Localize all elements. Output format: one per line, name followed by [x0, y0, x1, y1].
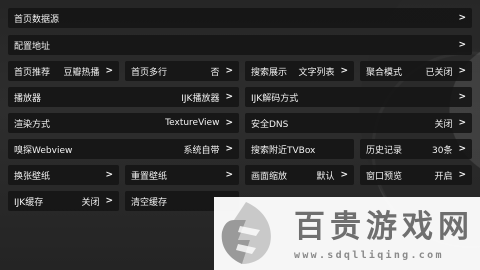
watermark-url: www.sdqlliqing.com [294, 250, 444, 261]
chevron-right-icon: > [105, 170, 113, 180]
chevron-right-icon: > [105, 196, 113, 206]
aggregate-mode-label: 聚合模式 [366, 67, 403, 78]
sniff-webview-label: 嗅探Webview [14, 145, 73, 156]
home-recommend-item[interactable]: 首页推荐 豆瓣热播 > [8, 61, 119, 81]
ijk-cache-label: IJK缓存 [14, 197, 44, 208]
secure-dns-item[interactable]: 安全DNS 关闭 > [245, 113, 472, 133]
chevron-right-icon: > [225, 66, 233, 76]
player-label: 播放器 [14, 93, 42, 104]
clear-cache-label: 清空缓存 [131, 197, 168, 208]
watermark-banner: 百贵游戏网 www.sdqlliqing.com [214, 197, 480, 270]
history-label: 历史记录 [366, 145, 403, 156]
ijk-cache-value: 关闭 [81, 197, 100, 208]
ijk-cache-item[interactable]: IJK缓存 关闭 > [8, 191, 119, 211]
ijk-decode-label: IJK解码方式 [251, 93, 299, 104]
watermark-title: 百贵游戏网 [294, 209, 474, 245]
render-mode-value: TextureView [165, 118, 220, 128]
chevron-right-icon: > [458, 92, 466, 102]
config-address-row[interactable]: 配置地址 > [8, 35, 472, 55]
reset-wallpaper-label: 重置壁纸 [131, 171, 168, 182]
config-address-label: 配置地址 [14, 41, 51, 52]
chevron-right-icon: > [458, 118, 466, 128]
home-recommend-value: 豆瓣热播 [63, 67, 100, 78]
homepage-source-label: 首页数据源 [14, 14, 60, 25]
chevron-right-icon: > [225, 92, 233, 102]
sniff-webview-item[interactable]: 嗅探Webview 系统自带 > [8, 139, 239, 159]
chevron-right-icon: > [458, 66, 466, 76]
aggregate-mode-value: 已关闭 [425, 67, 453, 78]
reset-wallpaper-item[interactable]: 重置壁纸 > [125, 165, 239, 185]
chevron-right-icon: > [458, 13, 466, 23]
chevron-right-icon: > [225, 118, 233, 128]
chevron-right-icon: > [340, 66, 348, 76]
player-item[interactable]: 播放器 IJK播放器 > [8, 87, 239, 107]
chevron-right-icon: > [225, 170, 233, 180]
home-multiline-item[interactable]: 首页多行 否 > [125, 61, 239, 81]
ijk-decode-item[interactable]: IJK解码方式 > [245, 87, 472, 107]
search-display-item[interactable]: 搜索展示 文字列表 > [245, 61, 354, 81]
search-display-value: 文字列表 [298, 67, 335, 78]
chevron-right-icon: > [458, 144, 466, 154]
search-display-label: 搜索展示 [251, 67, 288, 78]
homepage-source-row[interactable]: 首页数据源 > [8, 8, 472, 28]
chevron-right-icon: > [458, 40, 466, 50]
render-mode-item[interactable]: 渲染方式 TextureView > [8, 113, 239, 133]
screen-scale-value: 默认 [316, 171, 335, 182]
search-nearby-tvbox-label: 搜索附近TVBox [251, 145, 316, 156]
change-wallpaper-label: 换张壁纸 [14, 171, 51, 182]
search-nearby-tvbox-item[interactable]: 搜索附近TVBox [245, 139, 354, 159]
window-preview-item[interactable]: 窗口预览 开启 > [360, 165, 472, 185]
chevron-right-icon: > [340, 170, 348, 180]
render-mode-label: 渲染方式 [14, 119, 51, 130]
chevron-right-icon: > [105, 66, 113, 76]
change-wallpaper-item[interactable]: 换张壁纸 > [8, 165, 119, 185]
player-value: IJK播放器 [181, 93, 220, 104]
home-recommend-label: 首页推荐 [14, 67, 51, 78]
window-preview-value: 开启 [434, 171, 453, 182]
history-item[interactable]: 历史记录 30条 > [360, 139, 472, 159]
home-multiline-label: 首页多行 [131, 67, 168, 78]
secure-dns-label: 安全DNS [251, 119, 289, 130]
screen-scale-item[interactable]: 画面缩放 默认 > [245, 165, 354, 185]
window-preview-label: 窗口预览 [366, 171, 403, 182]
chevron-right-icon: > [225, 144, 233, 154]
aggregate-mode-item[interactable]: 聚合模式 已关闭 > [360, 61, 472, 81]
home-multiline-value: 否 [210, 67, 220, 78]
watermark-logo-icon [221, 202, 271, 264]
secure-dns-value: 关闭 [434, 119, 453, 130]
sniff-webview-value: 系统自带 [183, 145, 220, 156]
screen-scale-label: 画面缩放 [251, 171, 288, 182]
history-value: 30条 [432, 145, 453, 156]
chevron-right-icon: > [458, 170, 466, 180]
